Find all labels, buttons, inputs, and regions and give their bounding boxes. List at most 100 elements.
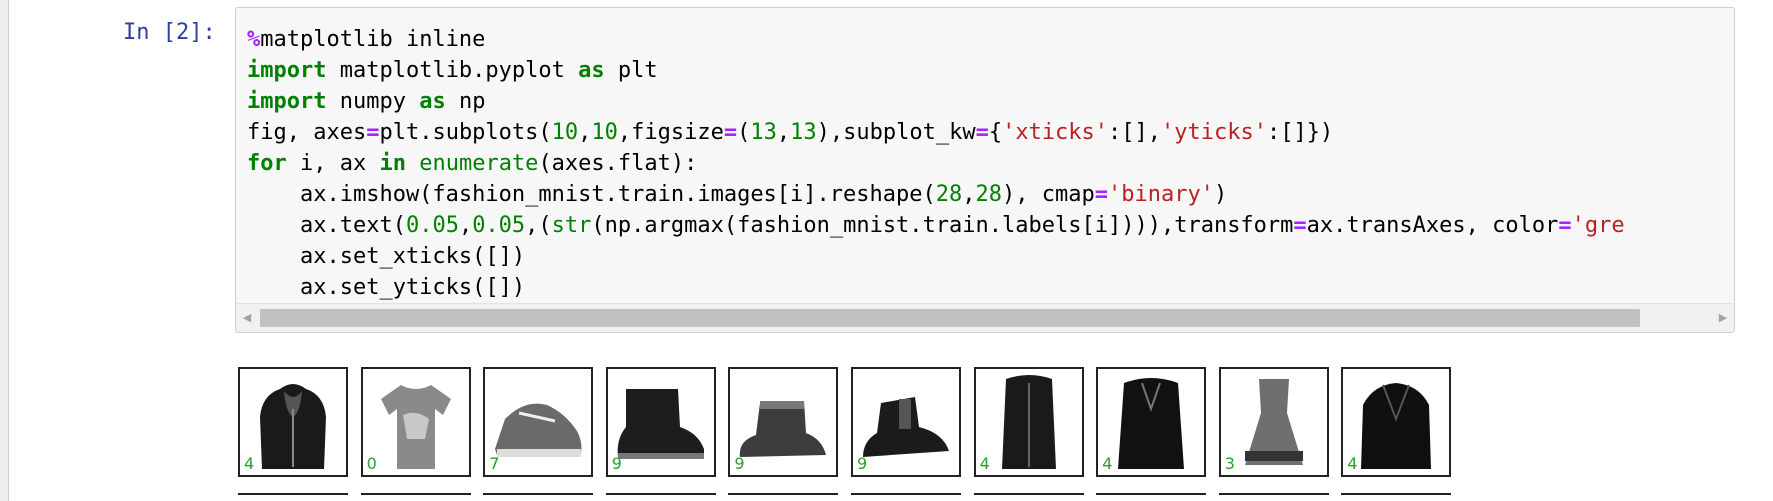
- class-label: 9: [857, 454, 868, 473]
- code-line: for i, ax in enumerate(axes.flat):: [247, 151, 697, 176]
- clothing-image: [260, 384, 326, 469]
- code-token: ax.text(: [247, 213, 406, 238]
- clothing-image: [1001, 375, 1056, 469]
- code-token: as: [419, 89, 446, 114]
- class-label: 3: [1224, 454, 1235, 473]
- code-line: import numpy as np: [247, 89, 485, 114]
- next-row-thumbnail-edge: [483, 493, 594, 501]
- code-line: ax.set_xticks([]): [247, 244, 525, 269]
- clothing-image: [617, 389, 704, 459]
- clothing-image: [863, 397, 949, 457]
- code-token: plt.subplots(: [379, 120, 552, 145]
- code-token: =: [975, 120, 989, 145]
- scrollbar-thumb[interactable]: [260, 309, 1640, 327]
- next-row-thumbnail-edge: [851, 493, 961, 501]
- code-token: in: [379, 151, 406, 176]
- code-token: matplotlib inline: [260, 27, 486, 52]
- code-token: import: [247, 89, 327, 114]
- code-line: ax.text(0.05,0.05,(str(np.argmax(fashion…: [247, 213, 1625, 238]
- class-label: 7: [489, 454, 500, 473]
- class-label: 4: [244, 454, 255, 473]
- code-line: %matplotlib inline: [247, 27, 485, 52]
- code-line: ax.imshow(fashion_mnist.train.images[i].…: [247, 182, 1227, 207]
- class-label: 4: [979, 454, 990, 473]
- code-token: ,: [776, 120, 791, 145]
- fashion-image-thumbnail: 7: [483, 367, 594, 477]
- code-token: 'yticks': [1161, 120, 1267, 145]
- cell-output: 4 0 7 9 9 9 4 4 3 4: [235, 352, 1715, 501]
- next-row-thumbnail-edge: [238, 493, 348, 501]
- class-label: 0: [366, 454, 377, 473]
- code-token: 10: [591, 120, 618, 145]
- class-label: 4: [1347, 454, 1358, 473]
- code-token: :[]}): [1267, 120, 1334, 145]
- code-line: import matplotlib.pyplot as plt: [247, 58, 658, 83]
- scroll-left-arrow-icon[interactable]: ◀: [236, 304, 258, 332]
- code-token: 28: [975, 182, 1003, 207]
- code-token: (np.argmax(fashion_mnist.train.labels[i]…: [591, 213, 1294, 238]
- fashion-image-thumbnail: 4: [973, 367, 1084, 477]
- code-token: ,figsize: [617, 120, 724, 145]
- code-token: 13: [750, 120, 777, 145]
- fashion-image-thumbnail: 9: [605, 367, 716, 477]
- code-token: =: [1293, 213, 1307, 238]
- code-token: plt: [604, 58, 658, 83]
- code-token: ax.transAxes, color: [1306, 213, 1559, 238]
- scroll-right-arrow-icon[interactable]: ▶: [1712, 304, 1734, 332]
- code-token: =: [723, 120, 738, 145]
- code-token: ), cmap: [1002, 182, 1095, 207]
- clothing-image: [740, 401, 827, 457]
- code-token: ,: [458, 213, 473, 238]
- code-token: np: [445, 89, 486, 114]
- code-token: ax.imshow(fashion_mnist.train.images[i].…: [247, 182, 936, 207]
- fashion-image-thumbnail: 9: [728, 367, 839, 477]
- code-token: :[],: [1108, 120, 1162, 145]
- code-token: 28: [935, 182, 963, 207]
- clothing-image: [1118, 378, 1185, 469]
- code-token: i, ax: [286, 151, 380, 176]
- class-label: 4: [1102, 454, 1113, 473]
- code-token: enumerate: [419, 151, 539, 176]
- class-label: 9: [611, 454, 622, 473]
- next-row-thumbnail-edge: [605, 493, 716, 501]
- code-token: 'xticks': [1002, 120, 1109, 145]
- clothing-image: [1361, 383, 1432, 469]
- code-token: ),subplot_kw: [816, 120, 976, 145]
- input-prompt: In [2]:: [123, 20, 216, 45]
- code-cell-input[interactable]: %matplotlib inline import matplotlib.pyp…: [235, 7, 1735, 333]
- next-row-thumbnail-edge: [360, 493, 471, 501]
- next-row-thumbnail-edge: [1218, 493, 1329, 501]
- code-token: ax.set_yticks([]): [247, 275, 526, 300]
- code-token: 'binary': [1107, 182, 1214, 207]
- next-row-thumbnail-edge: [1341, 493, 1452, 501]
- code-editor[interactable]: %matplotlib inline import matplotlib.pyp…: [247, 24, 1625, 303]
- code-token: matplotlib.pyplot: [326, 58, 579, 83]
- code-token: fig, axes: [247, 120, 367, 145]
- code-token: for: [247, 151, 287, 176]
- class-label: 9: [734, 454, 745, 473]
- code-token: (axes.flat):: [538, 151, 698, 176]
- code-token: import: [247, 58, 327, 83]
- fashion-image-thumbnail: 0: [360, 367, 471, 477]
- code-token: =: [1094, 182, 1108, 207]
- fashion-image-thumbnail: 4: [1096, 367, 1207, 477]
- fashion-image-thumbnail: 3: [1218, 367, 1329, 477]
- clothing-image: [1244, 379, 1303, 465]
- horizontal-scrollbar[interactable]: ◀ ▶: [236, 303, 1734, 332]
- next-row-thumbnail-edge: [1096, 493, 1207, 501]
- code-token: ,: [578, 120, 592, 145]
- code-line: ax.set_yticks([]): [247, 275, 525, 300]
- fashion-image-thumbnail: 4: [238, 367, 348, 477]
- code-token: =: [366, 120, 380, 145]
- next-row-thumbnail-edge: [973, 493, 1084, 501]
- code-token: {: [988, 120, 1003, 145]
- code-token: ,(: [525, 213, 552, 238]
- fashion-image-thumbnail: 4: [1341, 367, 1452, 477]
- next-row-thumbnail-edge: [728, 493, 839, 501]
- notebook-area: In [2]: %matplotlib inline import matplo…: [8, 0, 1773, 501]
- code-token: 13: [790, 120, 817, 145]
- code-token: as: [578, 58, 605, 83]
- code-token: 0.05: [472, 213, 526, 238]
- code-token: 'gre: [1571, 213, 1625, 238]
